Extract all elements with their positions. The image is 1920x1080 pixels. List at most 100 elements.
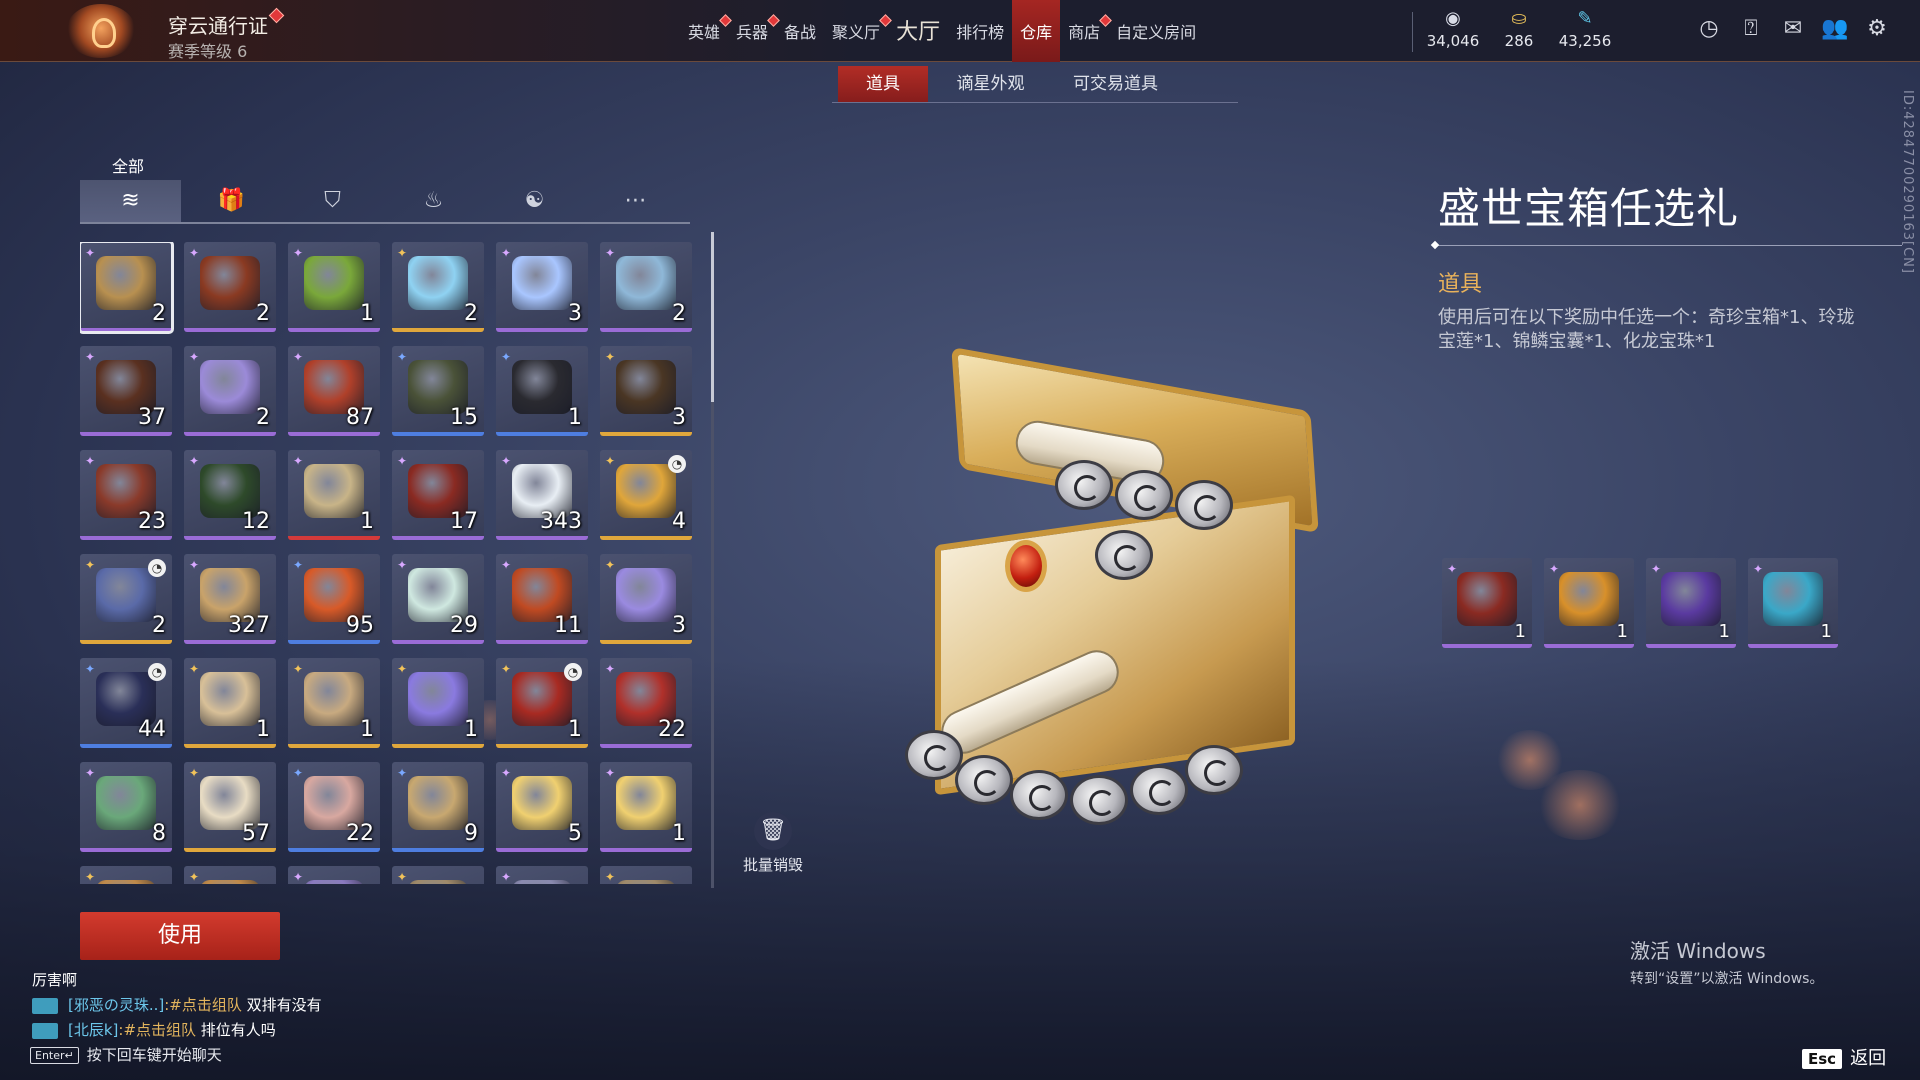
inventory-slot[interactable]: ✦ xyxy=(600,866,692,884)
item-count: 2 xyxy=(256,301,270,326)
currency-item[interactable]: ✎ 43,256 xyxy=(1552,8,1618,50)
nav-item-1[interactable]: 兵器 xyxy=(728,0,780,62)
inventory-slot[interactable]: ✦ ◔ 2 xyxy=(80,554,172,644)
settings-gear-icon[interactable]: ⚙ xyxy=(1862,14,1892,44)
inventory-slot[interactable]: ✦ 17 xyxy=(392,450,484,540)
inventory-slot[interactable]: ✦ 2 xyxy=(392,242,484,332)
filter-tab[interactable]: ♨ xyxy=(383,180,484,222)
chat-team-link[interactable]: :#点击组队 xyxy=(118,1021,196,1039)
item-icon xyxy=(304,880,364,884)
item-count: 1 xyxy=(672,821,686,846)
inventory-slot[interactable]: ✦ 3 xyxy=(496,242,588,332)
inventory-slot[interactable]: ✦ 1 xyxy=(288,242,380,332)
inventory-slot[interactable]: ✦ 9 xyxy=(392,762,484,852)
filter-tab[interactable]: ⛉ xyxy=(282,180,383,222)
inventory-slot[interactable]: ✦ 1 xyxy=(496,346,588,436)
inventory-slot[interactable]: ✦ xyxy=(184,866,276,884)
system-icons: ◷ ⍰ ✉ 👥 ⚙ xyxy=(1682,14,1892,44)
inventory-slot[interactable]: ✦ 22 xyxy=(288,762,380,852)
coin xyxy=(1175,480,1233,530)
currency-item[interactable]: ⛀ 286 xyxy=(1486,8,1552,50)
batch-destroy-button[interactable]: 🗑 批量销毁 xyxy=(738,812,808,875)
chat-team-link[interactable]: :#点击组队 xyxy=(164,996,242,1014)
inventory-slot[interactable]: ✦ 23 xyxy=(80,450,172,540)
inventory-slot[interactable]: ✦ xyxy=(288,866,380,884)
item-icon xyxy=(96,568,156,622)
reward-option[interactable]: ✦ 1 xyxy=(1748,558,1838,648)
nav-item-5[interactable]: 排行榜 xyxy=(948,0,1012,62)
inventory-slot[interactable]: ✦ 29 xyxy=(392,554,484,644)
inventory-slot[interactable]: ✦ 15 xyxy=(392,346,484,436)
inventory-scrollbar[interactable] xyxy=(711,232,714,888)
inventory-slot[interactable]: ✦ 3 xyxy=(600,554,692,644)
reward-option[interactable]: ✦ 1 xyxy=(1646,558,1736,648)
tab-2[interactable]: 可交易道具 xyxy=(1053,66,1178,102)
inventory-slot[interactable]: ✦ 57 xyxy=(184,762,276,852)
inventory-slot[interactable]: ✦ 37 xyxy=(80,346,172,436)
inventory-slot[interactable]: ✦ 2 xyxy=(80,242,174,334)
inventory-slot[interactable]: ✦ 5 xyxy=(496,762,588,852)
reward-option[interactable]: ✦ 1 xyxy=(1544,558,1634,648)
inventory-slot[interactable]: ✦ ◔ 1 xyxy=(496,658,588,748)
chat-sender[interactable]: [北辰k] xyxy=(68,1021,118,1039)
filter-tab[interactable]: ☯ xyxy=(484,180,585,222)
nav-item-7[interactable]: 商店 xyxy=(1060,0,1112,62)
filter-tab[interactable]: ≋ xyxy=(80,180,181,222)
back-button[interactable]: Esc 返回 xyxy=(1802,1044,1886,1070)
inventory-slot[interactable]: ✦ 327 xyxy=(184,554,276,644)
nav-item-2[interactable]: 备战 xyxy=(776,0,824,62)
chat-input-hint[interactable]: Enter↵ 按下回车键开始聊天 xyxy=(30,1044,222,1065)
inventory-slot[interactable]: ✦ 1 xyxy=(184,658,276,748)
battle-pass-title: 穿云通行证 xyxy=(168,14,268,38)
battle-pass[interactable]: 穿云通行证 赛季等级 6 xyxy=(58,0,308,62)
nav-item-3[interactable]: 聚义厅 xyxy=(824,0,892,62)
friends-icon[interactable]: 👥 xyxy=(1820,14,1850,44)
inventory-slot[interactable]: ✦ 87 xyxy=(288,346,380,436)
item-count: 3 xyxy=(672,613,686,638)
help-icon[interactable]: ⍰ xyxy=(1736,14,1766,44)
nav-item-8[interactable]: 自定义房间 xyxy=(1108,0,1204,62)
filter-tab[interactable]: 🎁 xyxy=(181,180,282,222)
mail-icon[interactable]: ✉ xyxy=(1778,14,1808,44)
inventory-slot[interactable]: ✦ ◔ 4 xyxy=(600,450,692,540)
nav-item-0[interactable]: 英雄 xyxy=(680,0,732,62)
inventory-slot[interactable]: ✦ 343 xyxy=(496,450,588,540)
chat-sender[interactable]: [邪恶の灵珠..] xyxy=(68,996,164,1014)
reward-option[interactable]: ✦ 1 xyxy=(1442,558,1532,648)
coin xyxy=(1010,770,1068,820)
inventory-slot[interactable]: ✦ 12 xyxy=(184,450,276,540)
coin xyxy=(955,755,1013,805)
inventory-slot[interactable]: ✦ ◔ 44 xyxy=(80,658,172,748)
inventory-slot[interactable]: ✦ xyxy=(392,866,484,884)
currency-item[interactable]: ◉ 34,046 xyxy=(1420,8,1486,50)
inventory-slot[interactable]: ✦ 22 xyxy=(600,658,692,748)
more-icon: ⋯ xyxy=(624,188,647,213)
item-detail-panel: 盛世宝箱任选礼 道具 使用后可在以下奖励中任选一个：奇珍宝箱*1、玲珑宝莲*1、… xyxy=(1432,175,1918,354)
item-count: 3 xyxy=(568,301,582,326)
inventory-slot[interactable]: ✦ 95 xyxy=(288,554,380,644)
tab-1[interactable]: 谪星外观 xyxy=(928,66,1053,102)
inventory-slot[interactable]: ✦ 8 xyxy=(80,762,172,852)
coin-stack-icon: ◉ xyxy=(1445,8,1461,29)
nav-item-6[interactable]: 仓库 xyxy=(1012,0,1061,62)
item-icon xyxy=(512,880,572,884)
filter-tab[interactable]: ⋯ xyxy=(585,180,686,222)
nav-item-label: 备战 xyxy=(784,23,817,42)
inventory-slot[interactable]: ✦ xyxy=(496,866,588,884)
nav-item-4[interactable]: 大厅 xyxy=(888,0,948,62)
inventory-slot[interactable]: ✦ 3 xyxy=(600,346,692,436)
item-count: 8 xyxy=(152,821,166,846)
inventory-slot[interactable]: ✦ 1 xyxy=(600,762,692,852)
tab-0[interactable]: 道具 xyxy=(838,66,928,102)
inventory-slot[interactable]: ✦ 2 xyxy=(600,242,692,332)
scrollbar-thumb[interactable] xyxy=(711,232,714,402)
inventory-slot[interactable]: ✦ 1 xyxy=(392,658,484,748)
inventory-slot[interactable]: ✦ 1 xyxy=(288,450,380,540)
inventory-slot[interactable]: ✦ 11 xyxy=(496,554,588,644)
history-icon[interactable]: ◷ xyxy=(1694,14,1724,44)
use-button[interactable]: 使用 xyxy=(80,912,280,960)
inventory-slot[interactable]: ✦ 2 xyxy=(184,242,276,332)
inventory-slot[interactable]: ✦ 1 xyxy=(288,658,380,748)
inventory-slot[interactable]: ✦ 2 xyxy=(184,346,276,436)
inventory-slot[interactable]: ✦ xyxy=(80,866,172,884)
